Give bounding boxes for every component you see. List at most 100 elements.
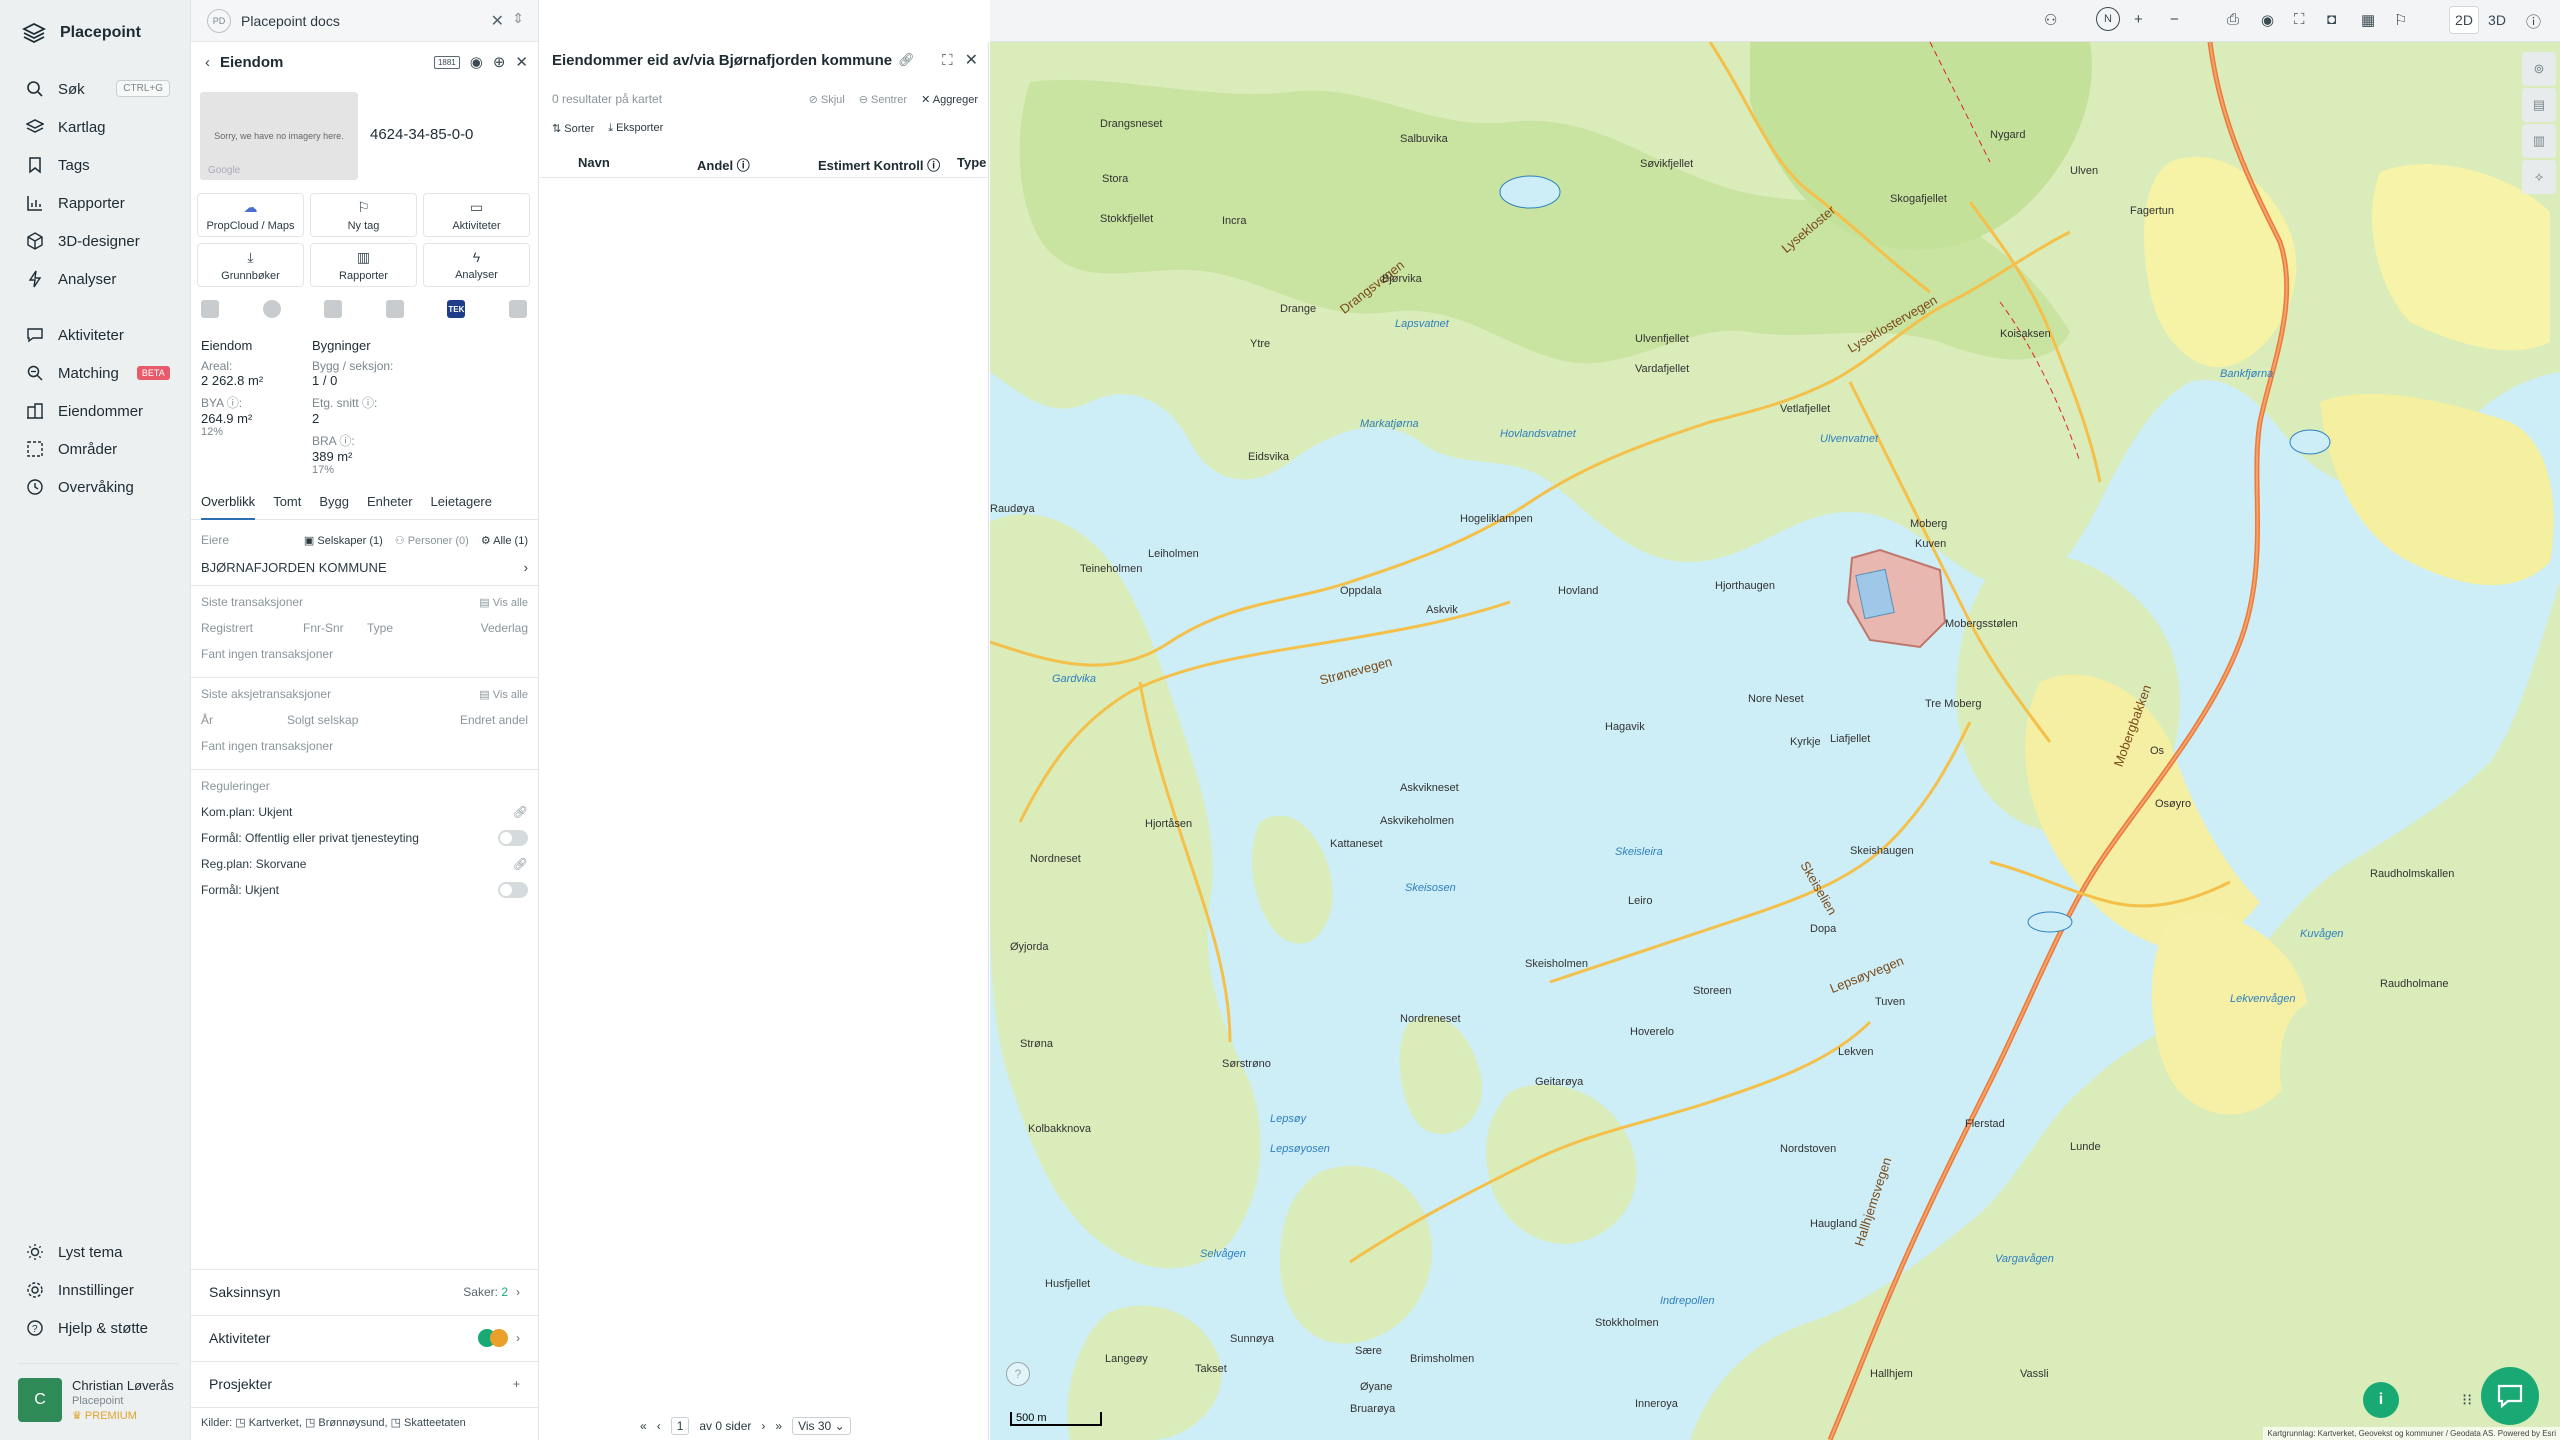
info-button[interactable]: i	[2363, 1382, 2399, 1418]
owner-row[interactable]: BJØRNAFJORDEN KOMMUNE ›	[201, 553, 528, 581]
fullscreen-icon[interactable]: ⛶	[2294, 11, 2305, 28]
drag-handle-icon[interactable]: ⁝⁝	[2462, 1390, 2472, 1410]
basemap-tool-icon[interactable]: ▤	[2522, 88, 2556, 122]
tab-leietagere[interactable]: Leietagere	[431, 494, 492, 520]
nav-item-analyser[interactable]: Analyser	[0, 260, 190, 298]
link-icon[interactable]: 🔗︎	[898, 52, 915, 68]
hide-button[interactable]: ⊘ Skjul	[809, 93, 845, 106]
user-profile[interactable]: C Christian Løverås Placepoint ♛ PREMIUM	[18, 1363, 178, 1422]
tek-icon[interactable]: TEK	[447, 300, 466, 318]
page-input[interactable]: 1	[670, 1417, 690, 1435]
help-icon[interactable]: ?	[1006, 1362, 1030, 1386]
chart-tool-icon[interactable]: ▥	[2522, 124, 2556, 158]
regulation-toggle[interactable]	[498, 830, 528, 846]
link-icon[interactable]: 🔗︎	[513, 805, 528, 819]
back-icon[interactable]: ‹	[205, 54, 210, 71]
zoom-in-icon[interactable]: +	[2134, 11, 2143, 28]
nav-item-rapporter[interactable]: Rapporter	[0, 184, 190, 222]
nav-item-innstillinger[interactable]: Innstillinger	[0, 1271, 190, 1309]
tab-enheter[interactable]: Enheter	[367, 494, 413, 520]
nav-item-eiendommer[interactable]: Eiendommer	[0, 392, 190, 430]
chat-button[interactable]	[2481, 1367, 2539, 1425]
property-id: 4624-34-85-0-0	[370, 126, 474, 143]
center-button[interactable]: ⊖ Sentrer	[859, 93, 907, 106]
analyses-button[interactable]: ϟ Analyser	[423, 243, 530, 287]
aktiviteter-accordion[interactable]: Aktiviteter ›	[191, 1315, 538, 1359]
nav-item-3d-designer[interactable]: 3D-designer	[0, 222, 190, 260]
nav-item-aktiviteter[interactable]: Aktiviteter	[0, 316, 190, 354]
info-icon[interactable]: ⓘ	[2526, 11, 2541, 32]
share-transactions-show-all[interactable]: ▤ Vis alle	[479, 688, 528, 701]
link-icon[interactable]: 🔗︎	[513, 857, 528, 871]
export-button[interactable]: ⤓ Eksporter	[608, 122, 663, 135]
3d-view-icon[interactable]: ⚇	[2044, 11, 2057, 29]
nav-item-tags[interactable]: Tags	[0, 146, 190, 184]
camera-icon[interactable]: ◘	[2327, 11, 2336, 28]
nav-item-omrader[interactable]: Områder	[0, 430, 190, 468]
zoom-out-icon[interactable]: −	[2170, 11, 2179, 28]
owners-filter-persons[interactable]: ⚇ Personer (0)	[395, 534, 469, 547]
mode-3d-button[interactable]: 3D	[2482, 6, 2512, 34]
expand-icon[interactable]: ⛶	[942, 52, 953, 69]
1881-badge[interactable]: 1881	[433, 55, 460, 69]
bookmark-icon[interactable]: ⚐	[2394, 11, 2407, 29]
close-icon[interactable]: ✕	[965, 50, 978, 70]
grid-icon[interactable]: ▦	[2361, 11, 2375, 29]
column-navn[interactable]: Navn	[578, 155, 610, 170]
compass-icon[interactable]: N	[2096, 7, 2120, 31]
column-andel[interactable]: Andel ⓘ	[697, 155, 750, 174]
map-canvas[interactable]: Drangsneset Stora Stokkfjellet Incra Dra…	[990, 42, 2560, 1440]
source-link[interactable]: ◳ Kartverket,	[235, 1417, 302, 1429]
signal-icon[interactable]	[385, 300, 404, 318]
eye-icon[interactable]: ◉	[470, 53, 483, 71]
workspace-tab[interactable]: PD Placepoint docs ✕ ⇕	[191, 0, 538, 42]
nav-item-sok[interactable]: Søk CTRL+G	[0, 70, 190, 108]
first-page-icon[interactable]: «	[640, 1419, 647, 1433]
reports-button[interactable]: ▥ Rapporter	[310, 243, 417, 287]
plant-icon[interactable]	[324, 300, 343, 318]
nav-item-matching[interactable]: Matching BETA	[0, 354, 190, 392]
nav-item-overvaking[interactable]: Overvåking	[0, 468, 190, 506]
bra-label: BRA ⓘ:	[312, 434, 355, 448]
mode-2d-button[interactable]: 2D	[2449, 6, 2479, 34]
close-icon[interactable]: ✕	[515, 53, 528, 71]
new-tag-button[interactable]: ⚐ Ny tag	[310, 193, 417, 237]
propcloud-button[interactable]: ☁ PropCloud / Maps	[197, 193, 304, 237]
page-size-select[interactable]: Vis 30 ⌄	[792, 1417, 851, 1435]
add-icon[interactable]: ⊕	[493, 53, 506, 71]
sort-button[interactable]: ⇅ Sorter	[552, 122, 594, 135]
close-icon[interactable]: ✕	[491, 11, 504, 31]
nav-item-kartlag[interactable]: Kartlag	[0, 108, 190, 146]
brand[interactable]: Placepoint	[0, 0, 190, 66]
transactions-show-all[interactable]: ▤ Vis alle	[479, 596, 528, 609]
nav-item-hjelp[interactable]: ? Hjelp & støtte	[0, 1309, 190, 1347]
previous-page-icon[interactable]: ‹	[657, 1419, 661, 1433]
nav-item-lyst-tema[interactable]: Lyst tema	[0, 1233, 190, 1271]
activities-button[interactable]: ▭ Aktiviteter	[423, 193, 530, 237]
aggregate-button[interactable]: ✕ Aggreger	[921, 93, 978, 106]
print-icon[interactable]: ⎙	[2227, 11, 2239, 28]
tab-tomt[interactable]: Tomt	[273, 494, 301, 520]
land-registry-button[interactable]: ⤓ Grunnbøker	[197, 243, 304, 287]
column-type[interactable]: Type	[957, 155, 986, 170]
tab-overblikk[interactable]: Overblikk	[201, 494, 256, 520]
chevron-updown-icon[interactable]: ⇕	[512, 10, 524, 27]
owners-filter-companies[interactable]: ▣ Selskaper (1)	[304, 534, 383, 547]
grid-icon[interactable]	[201, 300, 219, 318]
street-view-image[interactable]: Sorry, we have no imagery here. Google	[200, 92, 358, 180]
owners-filter-all[interactable]: ⚙ Alle (1)	[481, 534, 528, 547]
source-link[interactable]: ◳ Skatteetaten	[391, 1417, 466, 1429]
next-page-icon[interactable]: ›	[761, 1419, 765, 1433]
last-page-icon[interactable]: »	[775, 1419, 782, 1433]
eye-icon[interactable]: ◉	[2261, 11, 2274, 29]
tab-bygg[interactable]: Bygg	[319, 494, 349, 520]
home-icon[interactable]	[508, 300, 527, 318]
measure-tool-icon[interactable]: ⟡	[2522, 160, 2556, 194]
layers-tool-icon[interactable]: ⊚	[2522, 52, 2556, 86]
saksinnsyn-accordion[interactable]: Saksinnsyn Saker: 2 ›	[191, 1269, 538, 1313]
source-link[interactable]: ◳ Brønnøysund,	[305, 1417, 388, 1429]
column-estimert-kontroll[interactable]: Estimert Kontroll ⓘ	[818, 155, 940, 174]
globe-icon[interactable]	[262, 300, 281, 318]
regulation-toggle[interactable]	[498, 882, 528, 898]
prosjekter-accordion[interactable]: Prosjekter +	[191, 1361, 538, 1405]
